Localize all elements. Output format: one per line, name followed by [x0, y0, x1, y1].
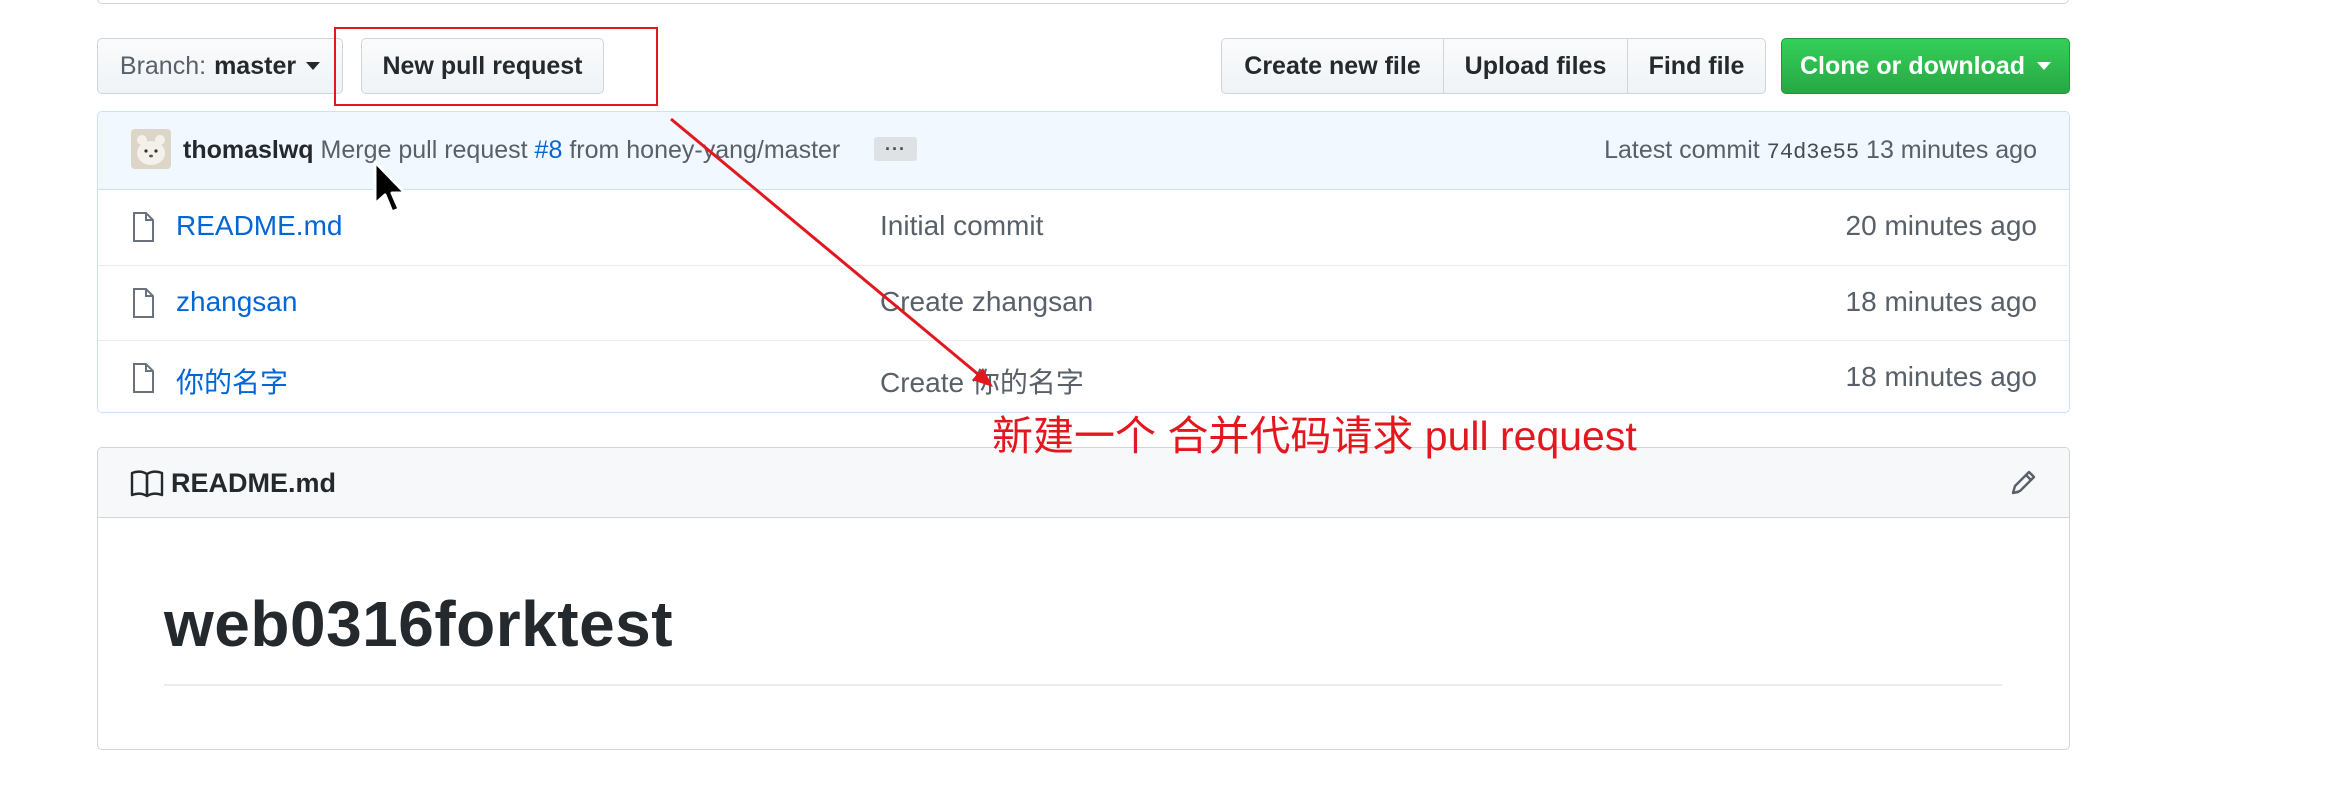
commit-author-link[interactable]: thomaslwq — [183, 136, 314, 164]
create-new-file-button[interactable]: Create new file — [1221, 38, 1444, 94]
latest-commit-info: Latest commit 74d3e55 13 minutes ago — [1604, 136, 2037, 165]
mouse-pointer-icon — [373, 160, 406, 214]
find-file-button[interactable]: Find file — [1628, 38, 1766, 94]
file-row: zhangsan Create zhangsan 18 minutes ago — [98, 265, 2069, 340]
pencil-icon[interactable] — [2009, 467, 2039, 497]
branch-select-button[interactable]: Branch: master — [97, 38, 343, 94]
file-icon — [133, 363, 154, 393]
file-name-link[interactable]: README.md — [176, 210, 342, 242]
latest-commit-label: Latest commit — [1604, 136, 1760, 164]
file-age: 20 minutes ago — [1845, 210, 2037, 241]
heading-divider — [164, 684, 2002, 686]
file-commit-message-link[interactable]: Create 你的名字 — [880, 361, 1084, 401]
file-name-link[interactable]: 你的名字 — [176, 361, 288, 401]
file-name-link[interactable]: zhangsan — [176, 286, 297, 318]
book-icon — [130, 470, 164, 498]
branch-prefix: Branch: — [119, 51, 207, 80]
pull-request-link[interactable]: #8 — [535, 136, 563, 164]
previous-section-border — [97, 0, 2069, 4]
commit-sha-link[interactable]: 74d3e55 — [1767, 140, 1859, 165]
expand-commit-message-button[interactable]: ··· — [874, 137, 917, 161]
caret-down-icon — [2037, 62, 2051, 70]
readme-title: README.md — [171, 468, 337, 498]
file-icon — [133, 288, 154, 318]
file-commit-message-link[interactable]: Create zhangsan — [880, 286, 1093, 318]
new-pull-request-button[interactable]: New pull request — [361, 38, 604, 94]
commit-age: 13 minutes ago — [1866, 136, 2037, 164]
file-age: 18 minutes ago — [1845, 286, 2037, 317]
file-actions-button-group: Create new file Upload files Find file — [1221, 38, 1766, 94]
commit-message-prefix[interactable]: Merge pull request — [321, 136, 528, 164]
readme-panel: README.md web0316forktest — [97, 447, 2070, 750]
commit-summary: thomaslwq Merge pull request #8 from hon… — [183, 136, 840, 165]
upload-files-button[interactable]: Upload files — [1444, 38, 1628, 94]
annotation-text: 新建一个 合并代码请求 pull request — [992, 413, 1637, 459]
readme-heading: web0316forktest — [164, 588, 674, 660]
clone-label: Clone or download — [1800, 51, 2025, 80]
file-commit-message-link[interactable]: Initial commit — [880, 210, 1043, 242]
file-icon — [133, 212, 154, 242]
branch-name: master — [214, 51, 297, 80]
file-age: 18 minutes ago — [1845, 361, 2037, 392]
clone-or-download-button[interactable]: Clone or download — [1781, 38, 2070, 94]
avatar[interactable] — [131, 129, 171, 169]
caret-down-icon — [306, 62, 321, 70]
file-listing: thomaslwq Merge pull request #8 from hon… — [97, 111, 2070, 413]
commit-message-suffix[interactable]: from honey-yang/master — [569, 136, 840, 164]
